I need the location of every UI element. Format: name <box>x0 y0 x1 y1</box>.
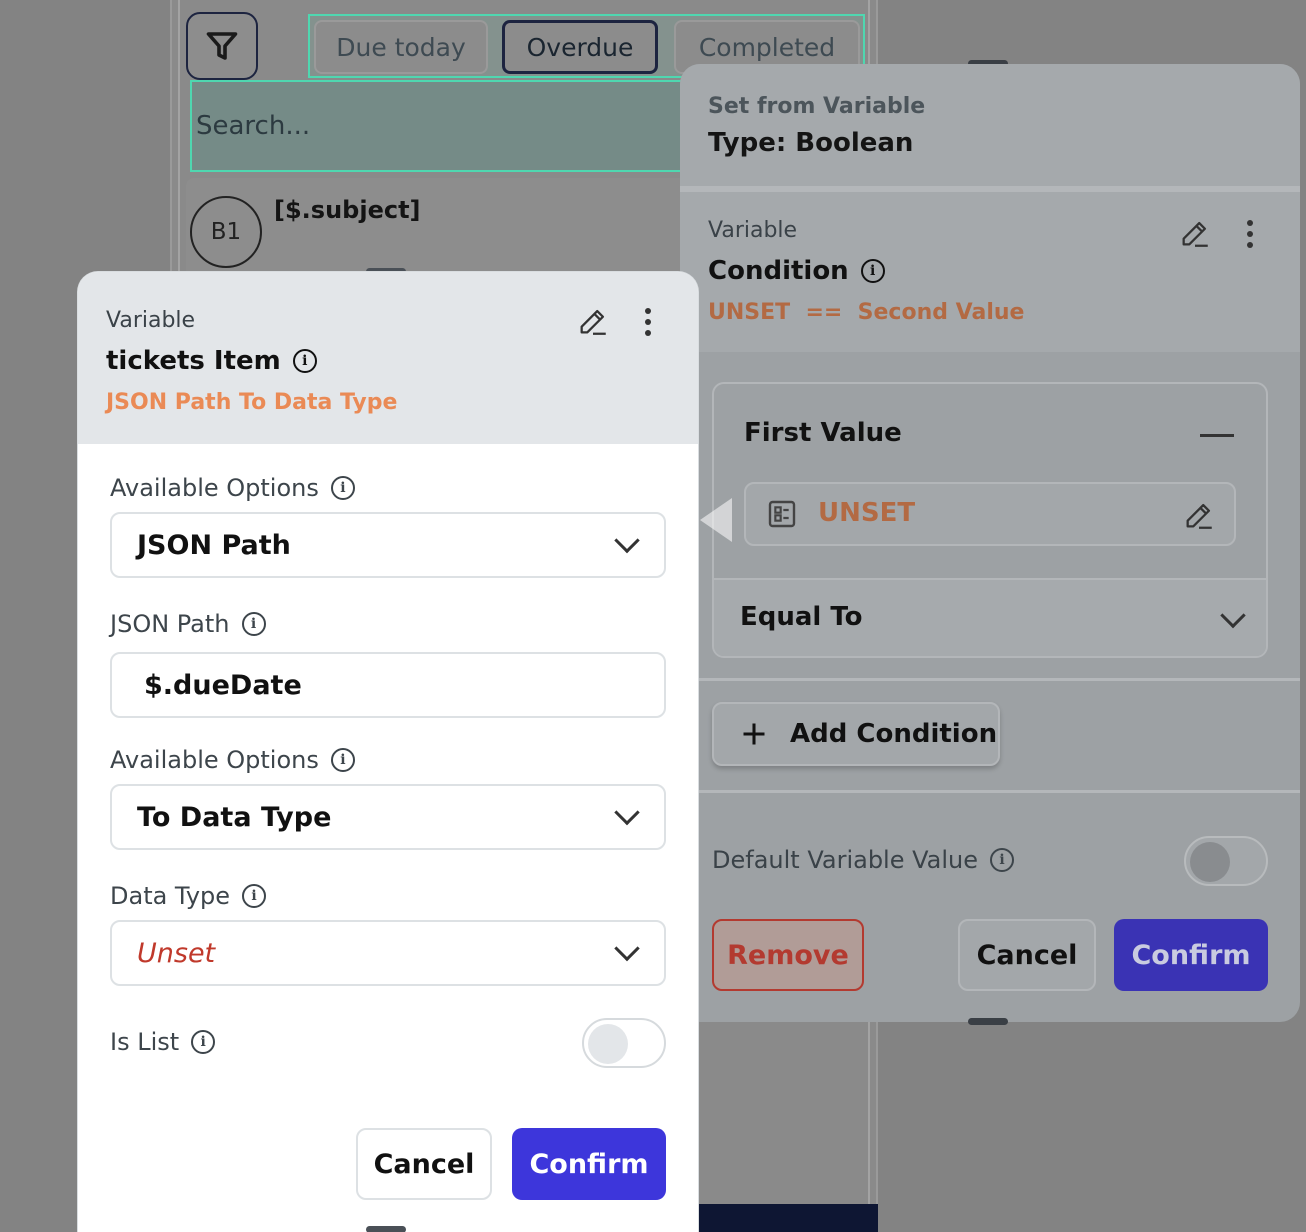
first-value-label: First Value <box>744 418 902 448</box>
data-type-label: Data Type i <box>110 882 267 910</box>
data-type-label-text: Data Type <box>110 882 231 910</box>
condition-expression: UNSET == Second Value <box>708 300 1025 325</box>
toggle-knob <box>588 1024 628 1064</box>
header-label: Set from Variable <box>708 94 926 119</box>
is-list-toggle[interactable] <box>582 1018 666 1068</box>
edit-icon[interactable] <box>1182 498 1216 532</box>
info-icon[interactable]: i <box>241 612 266 636</box>
is-list-label: Is List i <box>110 1028 216 1056</box>
available-options-select[interactable]: JSON Path <box>110 512 666 578</box>
default-value-toggle[interactable] <box>1184 836 1268 886</box>
divider <box>680 678 1300 681</box>
variable-label: Variable <box>708 218 798 243</box>
remove-button[interactable]: Remove <box>712 919 864 991</box>
confirm-button[interactable]: Confirm <box>1114 919 1268 991</box>
chevron-down-icon <box>614 527 640 554</box>
default-value-label: Default Variable Value i <box>712 846 1015 874</box>
divider <box>680 790 1300 793</box>
info-icon[interactable]: i <box>292 349 317 373</box>
edit-icon[interactable] <box>576 304 610 338</box>
json-path-label: JSON Path i <box>110 610 266 638</box>
variable-icon <box>768 500 796 528</box>
available-options-text: Available Options <box>110 474 319 502</box>
chevron-down-icon <box>614 799 640 826</box>
modal-header: Set from Variable Type: Boolean <box>680 64 1300 186</box>
condition-card: First Value UNSET Equal To <box>712 382 1268 658</box>
header-type: Type: Boolean <box>708 128 914 158</box>
is-list-text: Is List <box>110 1028 180 1056</box>
variable-title-text: tickets Item <box>106 346 281 376</box>
variable-section: Variable Condition i UNSET == Second Val… <box>680 192 1300 352</box>
info-icon[interactable]: i <box>242 884 267 908</box>
variable-title-text: Condition <box>708 256 849 286</box>
info-icon[interactable]: i <box>330 476 355 500</box>
add-condition-button[interactable]: Add Condition <box>712 702 1000 766</box>
data-type-select[interactable]: Unset <box>110 920 666 986</box>
variable-label: Variable <box>106 308 196 333</box>
default-value-text: Default Variable Value <box>712 846 979 874</box>
operator-value: Equal To <box>740 602 863 632</box>
popover-arrow <box>700 498 732 542</box>
first-value-field[interactable]: UNSET <box>744 482 1236 546</box>
info-icon[interactable]: i <box>191 1030 216 1054</box>
variable-title: Condition i <box>708 256 885 286</box>
list-item-title: [$.subject] <box>274 196 421 224</box>
plus-icon <box>743 723 765 745</box>
data-type-value: Unset <box>137 937 216 969</box>
add-condition-label: Add Condition <box>790 719 998 749</box>
chevron-down-icon <box>614 935 640 962</box>
chip-overdue[interactable]: Overdue <box>502 20 658 74</box>
info-icon[interactable]: i <box>330 748 355 772</box>
edit-icon[interactable] <box>1178 216 1212 250</box>
toggle-knob <box>1190 842 1230 882</box>
operator-select[interactable]: Equal To <box>714 578 1266 656</box>
available-options-select[interactable]: To Data Type <box>110 784 666 850</box>
chevron-down-icon <box>1220 602 1246 629</box>
background-footer <box>690 1204 878 1232</box>
chip-due-today[interactable]: Due today <box>314 20 488 74</box>
more-options-icon[interactable] <box>1240 220 1260 248</box>
filter-icon <box>206 32 238 60</box>
json-path-modal: Variable tickets Item i JSON Path To Dat… <box>78 272 698 1232</box>
collapse-icon[interactable] <box>1200 434 1234 437</box>
selected-option: To Data Type <box>137 801 332 833</box>
json-path-label-text: JSON Path <box>110 610 230 638</box>
confirm-button[interactable]: Confirm <box>512 1128 666 1200</box>
info-icon[interactable]: i <box>860 259 885 283</box>
filter-button[interactable] <box>186 12 258 80</box>
set-from-variable-modal: Set from Variable Type: Boolean Variable… <box>680 64 1300 1022</box>
available-options-text: Available Options <box>110 746 319 774</box>
more-options-icon[interactable] <box>638 308 658 336</box>
modal-header: Variable tickets Item i JSON Path To Dat… <box>78 272 698 444</box>
available-options-label: Available Options i <box>110 746 355 774</box>
first-value-text: UNSET <box>818 498 916 528</box>
json-path-value: $.dueDate <box>144 669 302 701</box>
drag-handle[interactable] <box>968 1018 1008 1025</box>
selected-option: JSON Path <box>137 529 291 561</box>
cancel-button[interactable]: Cancel <box>356 1128 492 1200</box>
drag-handle[interactable] <box>366 1226 406 1232</box>
avatar: B1 <box>190 196 262 268</box>
cancel-button[interactable]: Cancel <box>958 919 1096 991</box>
json-path-input[interactable]: $.dueDate <box>110 652 666 718</box>
available-options-label: Available Options i <box>110 474 355 502</box>
variable-subtitle: JSON Path To Data Type <box>106 390 398 415</box>
info-icon[interactable]: i <box>990 848 1015 872</box>
variable-title: tickets Item i <box>106 346 317 376</box>
